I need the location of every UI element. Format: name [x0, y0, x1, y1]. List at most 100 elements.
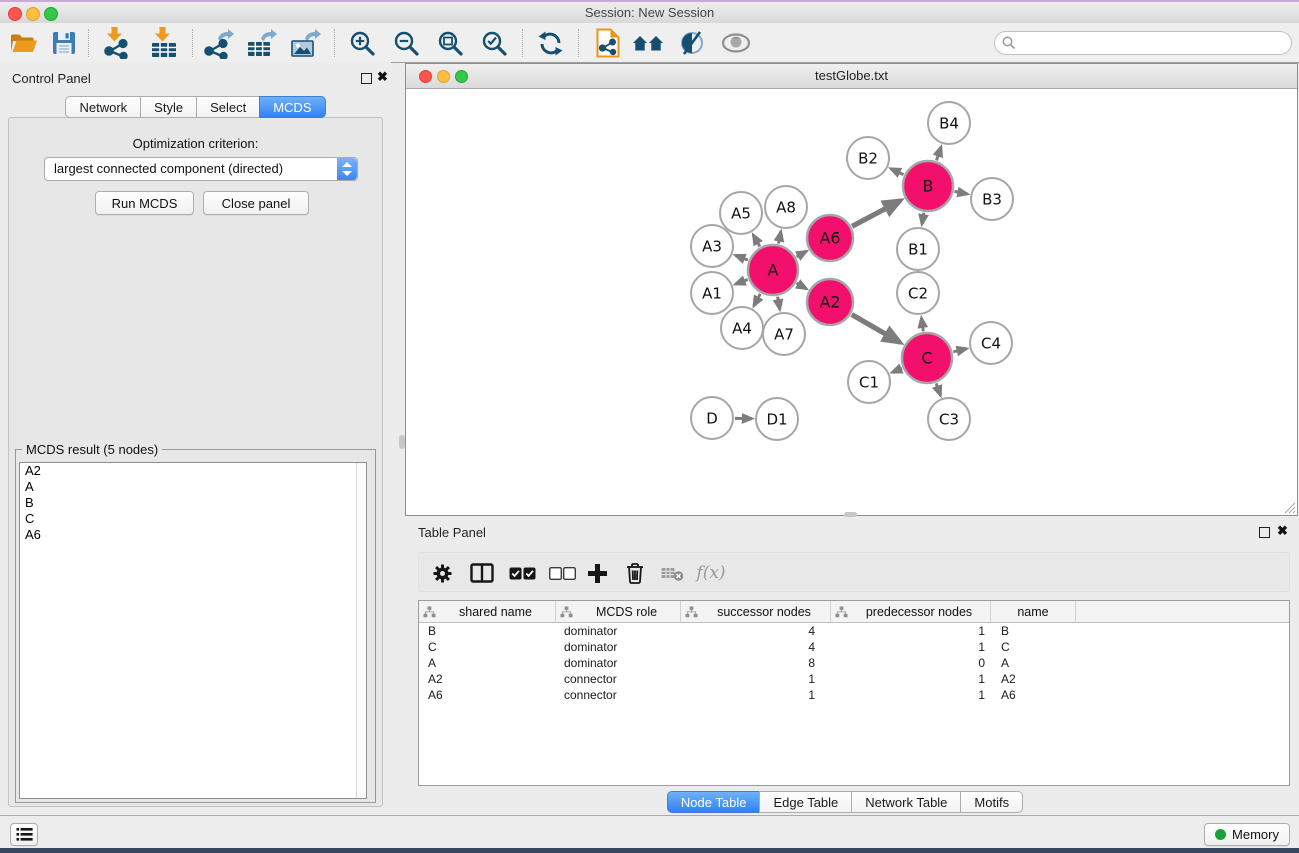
- edge-B-B1[interactable]: [922, 213, 924, 225]
- select-all-icon[interactable]: [507, 558, 537, 588]
- export-table-icon[interactable]: [245, 27, 277, 59]
- edge-A-A1[interactable]: [735, 280, 747, 285]
- new-network-from-selection-icon[interactable]: [592, 27, 624, 59]
- export-image-icon[interactable]: [289, 27, 321, 59]
- tab-network-table[interactable]: Network Table: [851, 791, 961, 813]
- edge-C-C1[interactable]: [892, 368, 902, 372]
- graph-node-B2[interactable]: B2: [847, 137, 889, 179]
- show-column-icon[interactable]: [467, 558, 497, 588]
- table-cell[interactable]: 8: [681, 655, 831, 671]
- tab-node-table[interactable]: Node Table: [667, 791, 761, 813]
- result-list-item[interactable]: B: [20, 495, 366, 511]
- apply-layout-icon[interactable]: [534, 27, 566, 59]
- graph-node-A1[interactable]: A1: [691, 272, 733, 314]
- table-cell[interactable]: C: [991, 639, 1076, 655]
- network-canvas[interactable]: A5A8A3A1A4A7AA6A2B2B4BB3B1C2CC4C1C3DD1: [406, 89, 1297, 515]
- column-header-MCDS-role[interactable]: MCDS role: [556, 601, 681, 622]
- result-list-item[interactable]: A6: [20, 527, 366, 543]
- criterion-select[interactable]: largest connected component (directed): [44, 157, 358, 181]
- table-cell[interactable]: A6: [991, 687, 1076, 703]
- network-window-titlebar[interactable]: testGlobe.txt: [406, 64, 1297, 89]
- table-cell[interactable]: 1: [681, 671, 831, 687]
- zoom-out-icon[interactable]: [390, 27, 422, 59]
- preview-icon[interactable]: [720, 27, 752, 59]
- tab-mcds[interactable]: MCDS: [259, 96, 325, 118]
- table-cell[interactable]: 0: [831, 655, 991, 671]
- table-row[interactable]: Bdominator41B: [419, 623, 1289, 639]
- save-session-icon[interactable]: [48, 27, 80, 59]
- graph-node-A7[interactable]: A7: [763, 313, 805, 355]
- graph-node-A4[interactable]: A4: [721, 307, 763, 349]
- delete-row-icon[interactable]: [620, 558, 650, 588]
- graph-node-C3[interactable]: C3: [928, 398, 970, 440]
- network-graph[interactable]: A5A8A3A1A4A7AA6A2B2B4BB3B1C2CC4C1C3DD1: [406, 89, 1297, 515]
- table-cell[interactable]: 1: [681, 687, 831, 703]
- table-cell[interactable]: connector: [556, 687, 681, 703]
- zoom-selected-icon[interactable]: [478, 27, 510, 59]
- table-cell[interactable]: connector: [556, 671, 681, 687]
- graph-node-B3[interactable]: B3: [971, 178, 1013, 220]
- table-cell[interactable]: 1: [831, 639, 991, 655]
- table-cell[interactable]: 4: [681, 623, 831, 639]
- resize-grip[interactable]: [1284, 502, 1296, 514]
- table-row[interactable]: Adominator80A: [419, 655, 1289, 671]
- tab-style[interactable]: Style: [140, 96, 197, 118]
- edge-B-B2[interactable]: [891, 169, 904, 175]
- graph-node-C4[interactable]: C4: [970, 322, 1012, 364]
- tab-network[interactable]: Network: [65, 96, 141, 118]
- open-session-icon[interactable]: [8, 27, 40, 59]
- settings-icon[interactable]: [427, 558, 457, 588]
- graph-node-B4[interactable]: B4: [928, 102, 970, 144]
- table-cell[interactable]: 1: [831, 671, 991, 687]
- edge-A-A3[interactable]: [735, 255, 748, 260]
- graph-node-C1[interactable]: C1: [848, 361, 890, 403]
- edge-A2-C[interactable]: [852, 315, 900, 343]
- table-cell[interactable]: dominator: [556, 655, 681, 671]
- add-row-icon[interactable]: [582, 558, 612, 588]
- column-header-name[interactable]: name: [991, 601, 1076, 622]
- node-table[interactable]: shared nameMCDS rolesuccessor nodesprede…: [418, 600, 1290, 786]
- window-titlebar[interactable]: Session: New Session: [0, 2, 1299, 23]
- graph-node-A3[interactable]: A3: [691, 225, 733, 267]
- edge-B-B4[interactable]: [937, 147, 942, 161]
- table-cell[interactable]: A: [419, 655, 556, 671]
- network-vertical-scrollbar[interactable]: [399, 435, 405, 449]
- float-panel-icon[interactable]: [361, 73, 372, 84]
- task-history-button[interactable]: [10, 823, 38, 846]
- tab-edge-table[interactable]: Edge Table: [759, 791, 852, 813]
- close-panel-button[interactable]: Close panel: [203, 191, 309, 215]
- edge-C-C3[interactable]: [936, 383, 940, 395]
- zoom-fit-icon[interactable]: [434, 27, 466, 59]
- export-network-icon[interactable]: [202, 27, 234, 59]
- result-list-item[interactable]: C: [20, 511, 366, 527]
- table-cell[interactable]: 1: [831, 687, 991, 703]
- result-list-scrollbar[interactable]: [356, 463, 366, 798]
- graph-node-A[interactable]: A: [748, 245, 798, 295]
- column-header-successor-nodes[interactable]: successor nodes: [681, 601, 831, 622]
- column-header-predecessor-nodes[interactable]: predecessor nodes: [831, 601, 991, 622]
- float-table-panel-icon[interactable]: [1259, 527, 1270, 538]
- table-cell[interactable]: A6: [419, 687, 556, 703]
- table-cell[interactable]: A2: [991, 671, 1076, 687]
- edge-A6-B[interactable]: [852, 201, 900, 227]
- deselect-all-icon[interactable]: [547, 558, 577, 588]
- table-cell[interactable]: 4: [681, 639, 831, 655]
- import-network-icon[interactable]: [100, 27, 132, 59]
- import-table-icon[interactable]: [148, 27, 180, 59]
- edge-C-C2[interactable]: [921, 318, 923, 332]
- table-cell[interactable]: A: [991, 655, 1076, 671]
- table-cell[interactable]: dominator: [556, 623, 681, 639]
- graph-node-C2[interactable]: C2: [897, 272, 939, 314]
- table-cell[interactable]: B: [991, 623, 1076, 639]
- table-cell[interactable]: dominator: [556, 639, 681, 655]
- zoom-in-icon[interactable]: [346, 27, 378, 59]
- result-list-item[interactable]: A2: [20, 463, 366, 479]
- close-table-panel-icon[interactable]: ✖: [1277, 523, 1288, 539]
- search-box[interactable]: [994, 31, 1292, 55]
- edge-A-A6[interactable]: [797, 251, 807, 257]
- table-cell[interactable]: C: [419, 639, 556, 655]
- table-cell[interactable]: B: [419, 623, 556, 639]
- edge-A-A5[interactable]: [753, 235, 760, 247]
- table-cell[interactable]: A2: [419, 671, 556, 687]
- run-mcds-button[interactable]: Run MCDS: [95, 191, 194, 215]
